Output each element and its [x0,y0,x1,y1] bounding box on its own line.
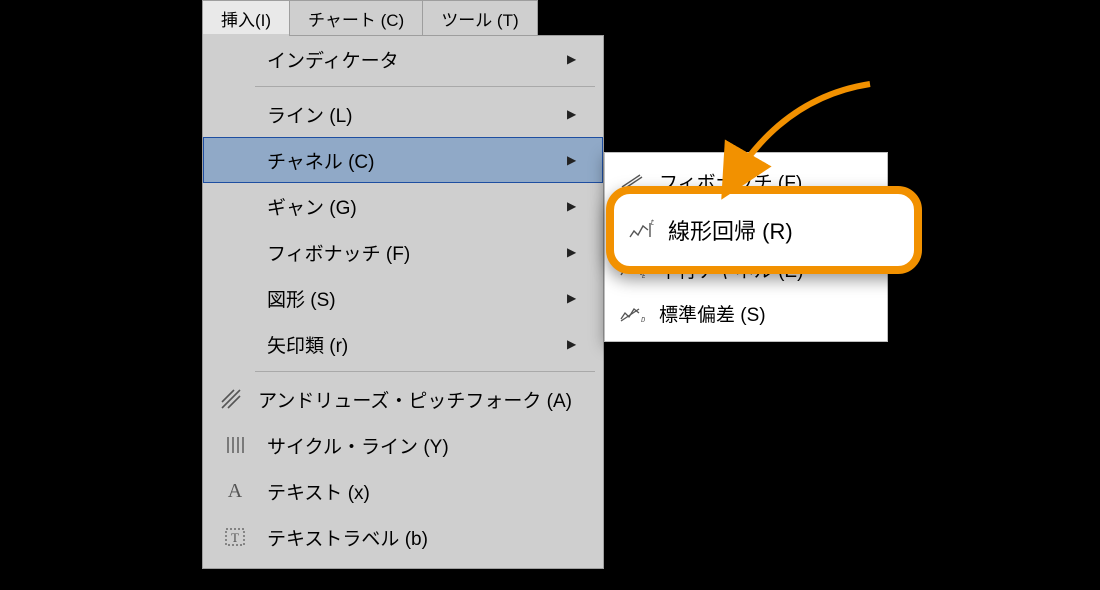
submenu-arrow-icon: ▶ [567,291,603,305]
menubar-item-label: 挿入(I) [221,6,271,31]
std-dev-channel-icon: D [605,303,659,323]
menubar-item-tool[interactable]: ツール (T) [422,0,537,35]
menu-item-label: インディケータ [267,46,567,73]
submenu-arrow-icon: ▶ [567,52,603,66]
menu-item-label: 図形 (S) [267,285,567,312]
menu-item-pitchfork[interactable]: アンドリューズ・ピッチフォーク (A) [203,376,603,422]
pointer-arrow-icon [710,78,880,208]
cycle-line-icon [203,434,267,456]
menu-item-text-label[interactable]: T テキストラベル (b) [203,514,603,560]
text-a-icon: A [203,480,267,503]
pitchfork-icon [203,388,258,410]
menu-separator [255,371,595,372]
submenu-arrow-icon: ▶ [567,107,603,121]
menu-item-label: テキストラベル (b) [267,524,567,551]
menubar-item-chart[interactable]: チャート (C) [289,0,422,35]
menubar-item-insert[interactable]: 挿入(I) [202,0,289,35]
menu-item-label: アンドリューズ・ピッチフォーク (A) [258,386,572,413]
submenu-arrow-icon: ▶ [567,245,603,259]
menu-item-label: サイクル・ライン (Y) [267,432,567,459]
svg-text:t: t [650,219,654,228]
menubar-item-label: ツール (T) [441,6,518,31]
menu-item-label: チャネル (C) [267,147,567,174]
menu-item-label: 矢印類 (r) [267,331,567,358]
menu-item-shapes[interactable]: 図形 (S) ▶ [203,275,603,321]
menu-item-channel[interactable]: チャネル (C) ▶ [203,137,603,183]
submenu-item-label: 標準偏差 (S) [659,300,887,327]
submenu-arrow-icon: ▶ [567,199,603,213]
menu-separator [255,86,595,87]
callout-label: 線形回帰 (R) [668,214,914,246]
menubar: 挿入(I) チャート (C) ツール (T) [202,0,538,35]
menu-item-arrows[interactable]: 矢印類 (r) ▶ [203,321,603,367]
menu-item-label: ライン (L) [267,101,567,128]
submenu-item-std-dev-channel[interactable]: D 標準偏差 (S) [605,291,887,335]
menu-item-text[interactable]: A テキスト (x) [203,468,603,514]
text-label-icon: T [203,526,267,548]
svg-text:T: T [231,530,239,545]
insert-menu: インディケータ ▶ ライン (L) ▶ チャネル (C) ▶ ギャン (G) ▶… [202,35,604,569]
submenu-arrow-icon: ▶ [567,337,603,351]
menu-item-label: フィボナッチ (F) [267,239,567,266]
menu-item-gann[interactable]: ギャン (G) ▶ [203,183,603,229]
menubar-item-label: チャート (C) [308,6,404,31]
linear-regression-icon: t [614,219,668,241]
svg-text:D: D [641,317,645,323]
menu-item-cycle-line[interactable]: サイクル・ライン (Y) [203,422,603,468]
menu-item-indicator[interactable]: インディケータ ▶ [203,36,603,82]
menu-item-fibonacci[interactable]: フィボナッチ (F) ▶ [203,229,603,275]
menu-item-line[interactable]: ライン (L) ▶ [203,91,603,137]
submenu-arrow-icon: ▶ [567,153,603,167]
menu-item-label: テキスト (x) [267,478,567,505]
menu-item-label: ギャン (G) [267,193,567,220]
